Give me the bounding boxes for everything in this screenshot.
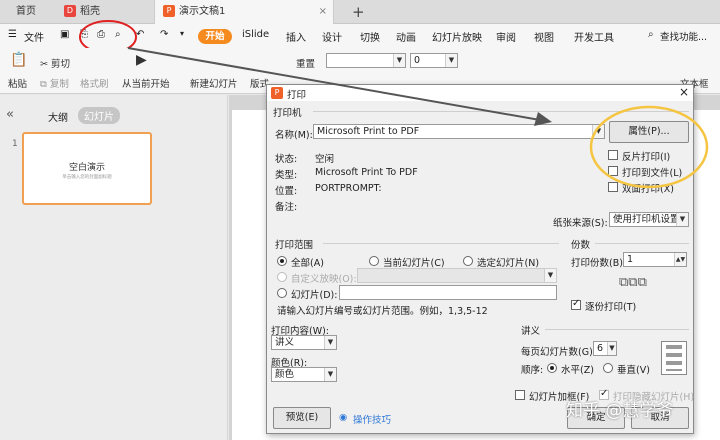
watermark: 知乎 @慧学爷 bbox=[566, 401, 674, 421]
annotation-arrow bbox=[127, 47, 552, 126]
